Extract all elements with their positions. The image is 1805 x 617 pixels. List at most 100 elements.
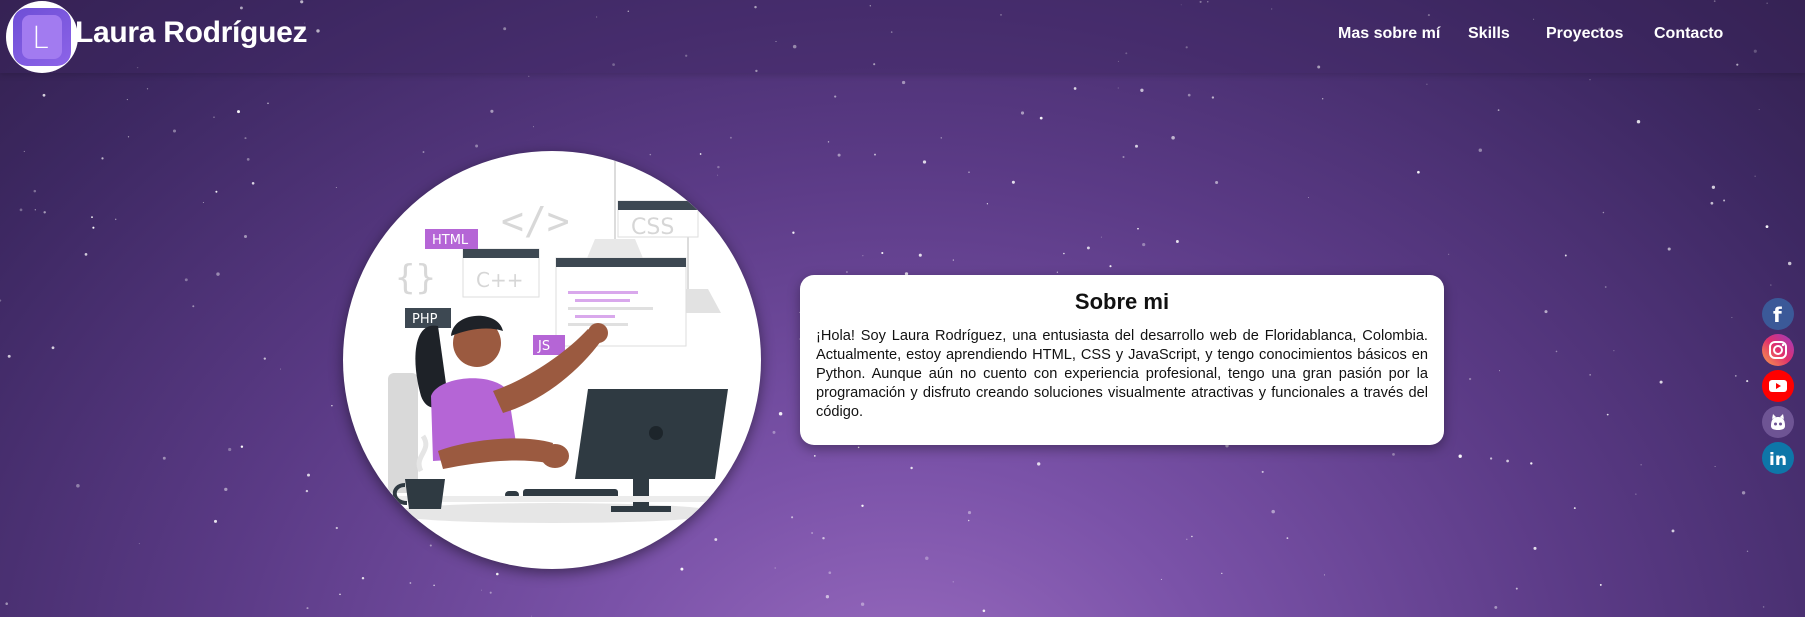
star [1636, 119, 1641, 124]
star [496, 572, 499, 576]
star [1448, 253, 1450, 255]
star [215, 190, 218, 193]
star [1602, 211, 1605, 214]
star [307, 473, 310, 477]
star [1606, 413, 1609, 416]
star [1762, 606, 1765, 608]
star [213, 519, 218, 523]
star [772, 430, 776, 434]
star [982, 609, 986, 613]
brand-name[interactable]: Laura Rodríguez [75, 16, 308, 50]
star [1417, 170, 1420, 174]
star [1160, 578, 1162, 580]
star [202, 201, 204, 204]
star [1261, 470, 1264, 473]
star [1458, 454, 1462, 458]
star [237, 110, 240, 114]
braces-symbol: {} [395, 258, 436, 298]
star [1599, 583, 1602, 586]
star [228, 447, 232, 452]
facebook-icon[interactable]: f [1762, 298, 1794, 330]
star [1117, 87, 1119, 89]
star [952, 259, 954, 261]
star [246, 158, 250, 161]
about-title: Sobre mi [1074, 289, 1170, 314]
star [1037, 462, 1041, 466]
css-window-label: CSS [631, 215, 674, 240]
star [1734, 375, 1737, 377]
logo[interactable]: L [6, 1, 78, 73]
star [1020, 111, 1025, 115]
star [825, 595, 830, 599]
star [7, 354, 11, 358]
star [1754, 175, 1756, 177]
star [1555, 350, 1558, 353]
star [1286, 537, 1289, 539]
star [901, 80, 906, 85]
star [986, 203, 989, 205]
star [813, 455, 816, 457]
star [967, 519, 970, 522]
star [172, 129, 177, 133]
star [5, 602, 8, 605]
star [263, 357, 266, 360]
star [1499, 370, 1501, 372]
star [92, 226, 95, 229]
nav-link-skills[interactable]: Skills [1468, 25, 1510, 43]
star [1544, 310, 1548, 314]
star [243, 234, 248, 239]
star [533, 126, 534, 128]
html-tag: HTML [432, 233, 469, 248]
star [952, 581, 954, 583]
svg-text:f: f [1773, 303, 1782, 327]
star [1497, 109, 1500, 111]
star [1489, 457, 1493, 460]
star [1589, 79, 1591, 81]
star [331, 404, 333, 407]
star [146, 88, 149, 90]
nav-link-about[interactable]: Mas sobre mí [1338, 25, 1440, 43]
star [409, 582, 412, 584]
nav-link-contact[interactable]: Contacto [1654, 25, 1723, 43]
star [127, 136, 130, 138]
navbar: L Laura Rodríguez Mas sobre mí Skills Pr… [0, 0, 1805, 73]
star [33, 189, 37, 193]
star [429, 544, 432, 547]
star [1787, 261, 1792, 266]
youtube-icon[interactable] [1762, 370, 1794, 402]
star [860, 602, 865, 606]
code-tag-symbol: </> [501, 199, 570, 243]
star [1533, 546, 1537, 550]
logo-letter: L [32, 21, 49, 56]
linkedin-icon[interactable]: in [1762, 442, 1794, 474]
star [910, 466, 913, 470]
star [1613, 350, 1615, 352]
star [717, 165, 720, 169]
star [480, 589, 482, 591]
star [244, 137, 247, 140]
star [101, 157, 104, 160]
star [1506, 459, 1509, 463]
star [490, 109, 494, 113]
star [361, 576, 365, 580]
star [1667, 247, 1671, 251]
star [967, 511, 972, 515]
star [1573, 507, 1576, 510]
star [1011, 180, 1015, 184]
star [528, 75, 530, 77]
star [1671, 529, 1675, 533]
star [1211, 96, 1215, 99]
instagram-icon[interactable] [1762, 334, 1794, 366]
star [19, 208, 23, 212]
star [774, 567, 776, 569]
github-icon[interactable] [1762, 406, 1794, 438]
nav-link-projects[interactable]: Proyectos [1546, 25, 1623, 43]
star [1711, 185, 1716, 189]
star [335, 187, 337, 189]
star [1056, 271, 1058, 273]
star [837, 153, 841, 157]
star [433, 584, 435, 587]
star [192, 305, 195, 308]
star [1137, 227, 1139, 230]
about-card: Sobre mi ¡Hola! Soy Laura Rodríguez, una… [800, 275, 1444, 445]
